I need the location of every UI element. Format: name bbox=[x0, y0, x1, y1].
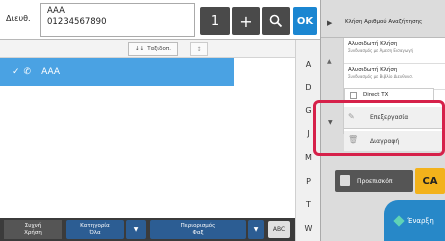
category-value: Όλα bbox=[89, 229, 101, 236]
address-name: AAA bbox=[47, 6, 65, 16]
chain-call-label: Αλυσιδωτή Κλήση bbox=[348, 41, 398, 47]
bottom-toolbar: Συχνή Χρήση Κατηγορία Όλα ▼ Περιορισμός … bbox=[0, 218, 295, 241]
highlight-frame bbox=[313, 100, 445, 156]
address-list: ✓ ✆ AAA bbox=[0, 58, 295, 218]
frequent-use-button[interactable]: Συχνή Χρήση bbox=[4, 220, 62, 239]
checkbox-icon bbox=[350, 92, 357, 99]
start-icon bbox=[393, 214, 405, 227]
add-button[interactable]: + bbox=[232, 7, 260, 35]
start-label: Έναρξη bbox=[407, 216, 434, 225]
chevron-down-icon: ▼ bbox=[253, 226, 259, 233]
category-label: Κατηγορία bbox=[80, 222, 110, 229]
sort-button[interactable]: ↓↓ Ταξιδοπ. bbox=[128, 42, 178, 56]
chain-call-label: Αλυσιδωτή Κλήση bbox=[348, 67, 398, 73]
category-button[interactable]: Κατηγορία Όλα bbox=[66, 220, 124, 239]
address-bar: Διευθ. AAA 01234567890 1 + OK bbox=[0, 0, 320, 40]
play-icon: ▶ bbox=[327, 19, 333, 27]
check-icon: ✓ bbox=[12, 67, 20, 77]
list-item-name: AAA bbox=[41, 67, 61, 77]
search-number-call[interactable]: ▶ Κλήση Αριθμού Αναζήτησης bbox=[321, 8, 445, 38]
sort-bar: ↓↓ Ταξιδοπ. ↕ bbox=[0, 40, 295, 58]
ok-button[interactable]: OK bbox=[293, 7, 317, 35]
preview-icon bbox=[340, 175, 350, 186]
count-button[interactable]: 1 bbox=[200, 7, 230, 35]
chain-call-direct-entry[interactable]: Αλυσιδωτή Κλήση Συνδυασμός με Άμεση Εισα… bbox=[344, 38, 445, 64]
clear-all-button[interactable]: CA bbox=[415, 168, 445, 194]
direct-tx-label: Direct TX bbox=[363, 92, 389, 98]
list-item[interactable]: ✓ ✆ AAA bbox=[0, 58, 234, 86]
search-button[interactable] bbox=[262, 7, 290, 35]
chain-call-sub: Συνδυασμός με Βιβλίο Διευθυνσ. bbox=[348, 74, 414, 79]
index-letter[interactable]: D bbox=[296, 83, 321, 92]
scroll-up-icon[interactable]: ▲ bbox=[327, 58, 332, 65]
sort-icon: ↓↓ bbox=[135, 46, 145, 52]
frequent-use-label: Συχνή bbox=[24, 222, 42, 229]
phone-icon: ✆ bbox=[23, 67, 32, 77]
search-icon bbox=[269, 14, 283, 28]
index-letter[interactable]: W bbox=[296, 224, 321, 233]
category-dropdown-button[interactable]: ▼ bbox=[126, 220, 146, 239]
index-letter[interactable]: P bbox=[296, 177, 321, 186]
frequent-use-label-2: Χρήση bbox=[24, 229, 42, 236]
preview-button[interactable]: Προεπισκόπ bbox=[335, 170, 413, 192]
chain-call-address-book[interactable]: Αλυσιδωτή Κλήση Συνδυασμός με Βιβλίο Διε… bbox=[344, 64, 445, 90]
address-field[interactable]: AAA 01234567890 bbox=[40, 3, 195, 37]
abc-button[interactable]: ABC bbox=[268, 221, 290, 238]
alpha-sort-icon[interactable]: ↕ bbox=[190, 42, 208, 56]
sort-label: Ταξιδοπ. bbox=[147, 46, 171, 52]
address-label: Διευθ. bbox=[6, 14, 31, 23]
preview-label: Προεπισκόπ bbox=[357, 177, 393, 185]
address-number: 01234567890 bbox=[47, 17, 107, 27]
restriction-value: Φαξ bbox=[192, 229, 204, 236]
index-letter[interactable]: T bbox=[296, 200, 321, 209]
restriction-dropdown-button[interactable]: ▼ bbox=[248, 220, 264, 239]
index-letter[interactable]: A bbox=[296, 60, 321, 69]
search-number-call-label: Κλήση Αριθμού Αναζήτησης bbox=[345, 19, 423, 25]
chain-call-sub: Συνδυασμός με Άμεση Εισαγωγή bbox=[348, 48, 414, 53]
chevron-down-icon: ▼ bbox=[133, 226, 139, 233]
restriction-label: Περιορισμός bbox=[180, 222, 216, 229]
start-button[interactable]: Έναρξη bbox=[384, 200, 445, 241]
restriction-button[interactable]: Περιορισμός Φαξ bbox=[150, 220, 246, 239]
